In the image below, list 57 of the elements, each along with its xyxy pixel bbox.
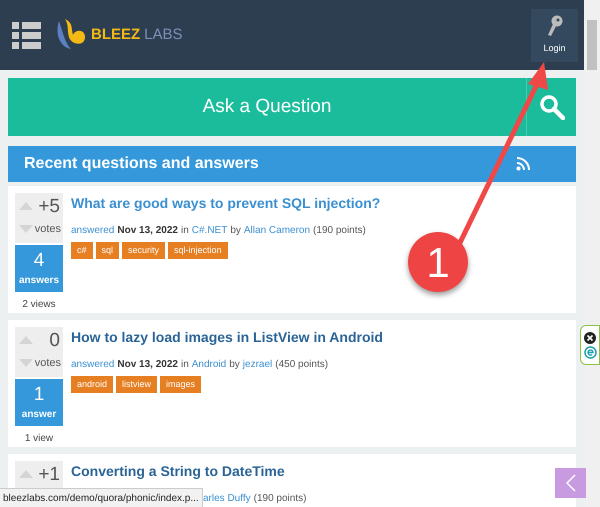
key-icon — [546, 14, 562, 37]
view-count: 2 views — [21, 300, 57, 310]
meta-text: in — [180, 358, 189, 372]
ask-question-button[interactable]: Ask a Question — [8, 78, 526, 136]
tag[interactable]: android — [71, 376, 114, 393]
tag[interactable]: security — [122, 242, 166, 259]
meta-link[interactable]: C#.NET — [192, 222, 228, 238]
meta-link[interactable]: jezrael — [242, 356, 272, 372]
upvote-icon[interactable] — [19, 470, 33, 478]
votes-label: votes — [34, 224, 61, 235]
meta-text: (190 points) — [313, 224, 366, 238]
view-count: 1 view — [24, 434, 54, 444]
rss-icon[interactable] — [516, 157, 530, 171]
downvote-icon[interactable] — [19, 359, 33, 367]
logo-subtext: LABS — [144, 24, 183, 45]
search-icon — [538, 94, 564, 120]
vote-count: +5 — [38, 197, 60, 216]
meta-text: by — [229, 358, 240, 372]
section-title: Recent questions and answers — [24, 154, 260, 174]
back-button[interactable] — [555, 468, 586, 498]
answer-count: 4 — [34, 251, 44, 270]
meta-text: by — [230, 224, 241, 238]
upvote-icon[interactable] — [19, 336, 33, 344]
meta-text: Nov 13, 2022 — [117, 224, 178, 238]
meta-link[interactable]: answered — [71, 356, 114, 372]
upvote-icon[interactable] — [19, 202, 33, 210]
answer-count: 1 — [34, 385, 44, 404]
chevron-left-icon — [566, 474, 576, 492]
meta-link[interactable]: Allan Cameron — [244, 222, 310, 238]
meta-link[interactable]: answered — [71, 222, 114, 238]
meta-text: (450 points) — [275, 358, 328, 372]
logo-text: BLEEZ — [91, 24, 140, 45]
tag[interactable]: c# — [71, 242, 93, 259]
meta-text: Nov 13, 2022 — [117, 358, 178, 372]
meta-text: in — [180, 224, 189, 238]
login-button[interactable]: Login — [531, 8, 578, 62]
tag[interactable]: sql — [96, 242, 120, 259]
close-icon[interactable] — [584, 332, 596, 344]
meta-text: (190 points) — [254, 492, 306, 506]
answers-label: answers — [18, 276, 60, 286]
tag[interactable]: images — [160, 376, 202, 393]
question-title[interactable]: How to lazy load images in ListView in Android — [71, 329, 383, 346]
answers-label: answer — [22, 410, 56, 420]
tag[interactable]: sql-injection — [168, 242, 228, 259]
menu-icon[interactable] — [12, 22, 41, 48]
meta-link[interactable]: arles Duffy — [203, 490, 251, 506]
tag[interactable]: listview — [116, 376, 158, 393]
meta-link[interactable]: Android — [192, 356, 226, 372]
question-title[interactable]: Converting a String to DateTime — [71, 463, 285, 480]
vote-count: +1 — [38, 465, 60, 484]
vote-count: 0 — [49, 331, 60, 350]
search-button[interactable] — [526, 78, 576, 136]
downvote-icon[interactable] — [19, 225, 33, 233]
votes-label: votes — [34, 358, 61, 369]
question-title[interactable]: What are good ways to prevent SQL injection? — [71, 195, 380, 212]
status-bar: bleezlabs.com/demo/quora/phonic/index.p... — [0, 488, 203, 507]
scrollbar[interactable] — [584, 0, 600, 507]
